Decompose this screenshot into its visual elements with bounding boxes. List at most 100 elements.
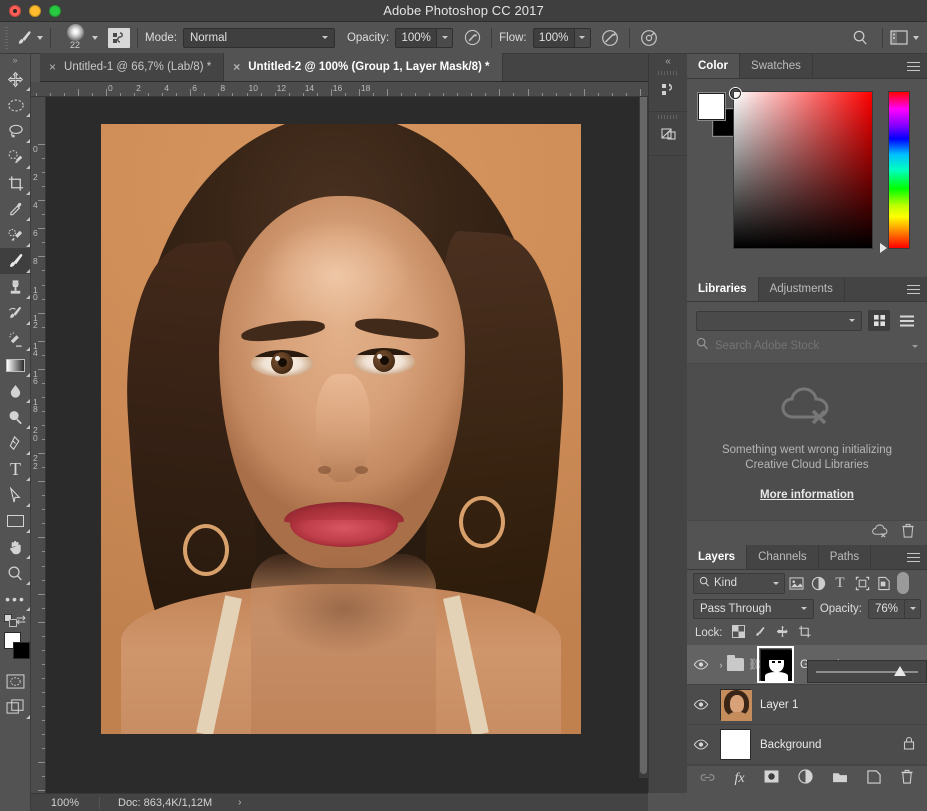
layer-opacity-control[interactable]: 76% xyxy=(868,598,921,619)
rectangle-tool[interactable] xyxy=(0,508,31,534)
search-icon[interactable] xyxy=(845,29,875,46)
lock-artboard-icon[interactable] xyxy=(798,625,811,641)
pressure-opacity-icon[interactable] xyxy=(460,29,484,46)
opacity-stepper[interactable] xyxy=(437,27,454,48)
tab-swatches[interactable]: Swatches xyxy=(740,54,813,78)
layer-opacity-stepper[interactable] xyxy=(904,598,921,619)
group-expand-arrow-icon[interactable]: › xyxy=(715,660,727,670)
background-color-swatch[interactable] xyxy=(13,642,30,659)
image-canvas[interactable] xyxy=(101,124,581,734)
close-tab-icon[interactable]: × xyxy=(233,61,240,73)
cloud-error-icon[interactable] xyxy=(871,523,888,543)
gradient-tool[interactable] xyxy=(0,352,31,378)
lock-transparency-icon[interactable] xyxy=(731,625,745,641)
opacity-value[interactable]: 100% xyxy=(395,27,438,48)
search-input[interactable]: Search Adobe Stock xyxy=(715,340,906,352)
more-information-link[interactable]: More information xyxy=(760,489,854,501)
tab-layers[interactable]: Layers xyxy=(687,545,748,569)
clone-stamp-tool[interactable] xyxy=(0,274,31,300)
crop-tool[interactable] xyxy=(0,170,31,196)
color-swatches[interactable] xyxy=(0,630,31,664)
chevron-down-icon[interactable] xyxy=(912,344,918,348)
lock-image-icon[interactable] xyxy=(754,625,767,641)
screen-mode-icon[interactable] xyxy=(0,694,31,720)
trash-icon[interactable] xyxy=(901,523,915,543)
layer-visibility-toggle[interactable] xyxy=(687,659,715,670)
history-brush-tool[interactable] xyxy=(0,300,31,326)
layer-name[interactable]: Background xyxy=(760,739,821,751)
layer-visibility-toggle[interactable] xyxy=(687,739,715,750)
path-selection-tool[interactable] xyxy=(0,482,31,508)
flow-control[interactable]: 100% xyxy=(532,27,591,48)
layer-thumbnail[interactable] xyxy=(720,689,752,721)
workspace-chevron-icon[interactable] xyxy=(913,35,919,40)
shape-filter-icon[interactable] xyxy=(851,572,873,594)
new-layer-icon[interactable] xyxy=(866,769,881,789)
pen-tool[interactable] xyxy=(0,430,31,456)
swap-colors-icon[interactable]: ⇄ xyxy=(16,613,26,627)
layer-style-fx-icon[interactable]: fx xyxy=(734,771,744,787)
blend-mode-select[interactable]: Normal xyxy=(182,27,335,48)
options-bar-grip[interactable] xyxy=(2,26,11,49)
tab-libraries[interactable]: Libraries xyxy=(687,277,759,301)
brush-preset-picker[interactable]: 22 xyxy=(58,22,98,54)
zoom-tool[interactable] xyxy=(0,560,31,586)
layer-mask-thumbnail[interactable] xyxy=(757,646,794,683)
saturation-value-field[interactable] xyxy=(730,88,873,249)
edit-toolbar-button[interactable]: ••• xyxy=(0,586,31,612)
close-tab-icon[interactable]: × xyxy=(49,61,56,73)
opacity-slider-thumb[interactable] xyxy=(893,665,906,676)
type-filter-icon[interactable]: T xyxy=(829,572,851,594)
brush-tool[interactable] xyxy=(0,248,31,274)
dodge-tool[interactable] xyxy=(0,404,31,430)
delete-layer-icon[interactable] xyxy=(900,769,914,789)
adjustment-filter-icon[interactable] xyxy=(807,572,829,594)
opacity-slider-track[interactable] xyxy=(816,665,918,676)
lasso-tool[interactable] xyxy=(0,118,31,144)
document-window[interactable] xyxy=(46,82,648,778)
horizontal-ruler[interactable]: 0 2 4 6 8 10 12 14 16 18 xyxy=(31,82,648,97)
canvas-vertical-scrollbar[interactable] xyxy=(639,82,648,778)
pixel-filter-icon[interactable] xyxy=(785,572,807,594)
hand-tool[interactable] xyxy=(0,534,31,560)
tab-color[interactable]: Color xyxy=(687,54,741,78)
layer-comps-panel-icon[interactable] xyxy=(649,112,688,156)
eraser-tool[interactable] xyxy=(0,326,31,352)
layer-filter-toggle[interactable] xyxy=(897,572,909,594)
flow-stepper[interactable] xyxy=(574,27,591,48)
lock-position-icon[interactable] xyxy=(776,625,789,641)
spot-healing-brush-tool[interactable] xyxy=(0,222,31,248)
flow-value[interactable]: 100% xyxy=(532,27,575,48)
new-group-icon[interactable] xyxy=(832,770,848,788)
tab-channels[interactable]: Channels xyxy=(747,545,819,569)
vertical-ruler[interactable]: 0 2 4 6 8 10 12 14 16 18 20 22 xyxy=(31,97,46,793)
layer-name[interactable]: Layer 1 xyxy=(760,699,798,711)
document-tab-untitled-2[interactable]: × Untitled-2 @ 100% (Group 1, Layer Mask… xyxy=(224,53,503,81)
blur-tool[interactable] xyxy=(0,378,31,404)
opacity-control[interactable]: 100% xyxy=(395,27,454,48)
color-picker-handle[interactable] xyxy=(730,88,741,99)
link-layers-icon[interactable] xyxy=(700,770,715,788)
hue-slider[interactable] xyxy=(880,91,910,253)
document-tab-untitled-1[interactable]: × Untitled-1 @ 66,7% (Lab/8) * xyxy=(40,53,225,81)
grid-view-icon[interactable] xyxy=(868,310,890,331)
brush-settings-icon[interactable] xyxy=(108,27,130,48)
library-select[interactable] xyxy=(696,310,862,331)
panel-menu-icon[interactable] xyxy=(907,277,920,302)
layer-visibility-toggle[interactable] xyxy=(687,699,715,710)
move-tool[interactable] xyxy=(0,66,31,92)
zoom-level[interactable]: 100% xyxy=(31,797,99,809)
workspace-icon[interactable] xyxy=(890,30,908,45)
opacity-slider-popup[interactable] xyxy=(807,660,927,683)
eyedropper-tool[interactable] xyxy=(0,196,31,222)
list-view-icon[interactable] xyxy=(896,310,918,331)
current-tool-preset[interactable] xyxy=(11,22,43,54)
quick-selection-tool[interactable] xyxy=(0,144,31,170)
layer-row-background[interactable]: Background xyxy=(687,725,927,765)
collapse-panels-icon[interactable]: « xyxy=(649,54,687,68)
history-panel-icon[interactable] xyxy=(649,68,688,112)
canvas-area[interactable] xyxy=(31,82,648,793)
elliptical-marquee-tool[interactable] xyxy=(0,92,31,118)
hue-slider-handle[interactable] xyxy=(880,243,887,253)
panel-menu-icon[interactable] xyxy=(907,545,920,570)
